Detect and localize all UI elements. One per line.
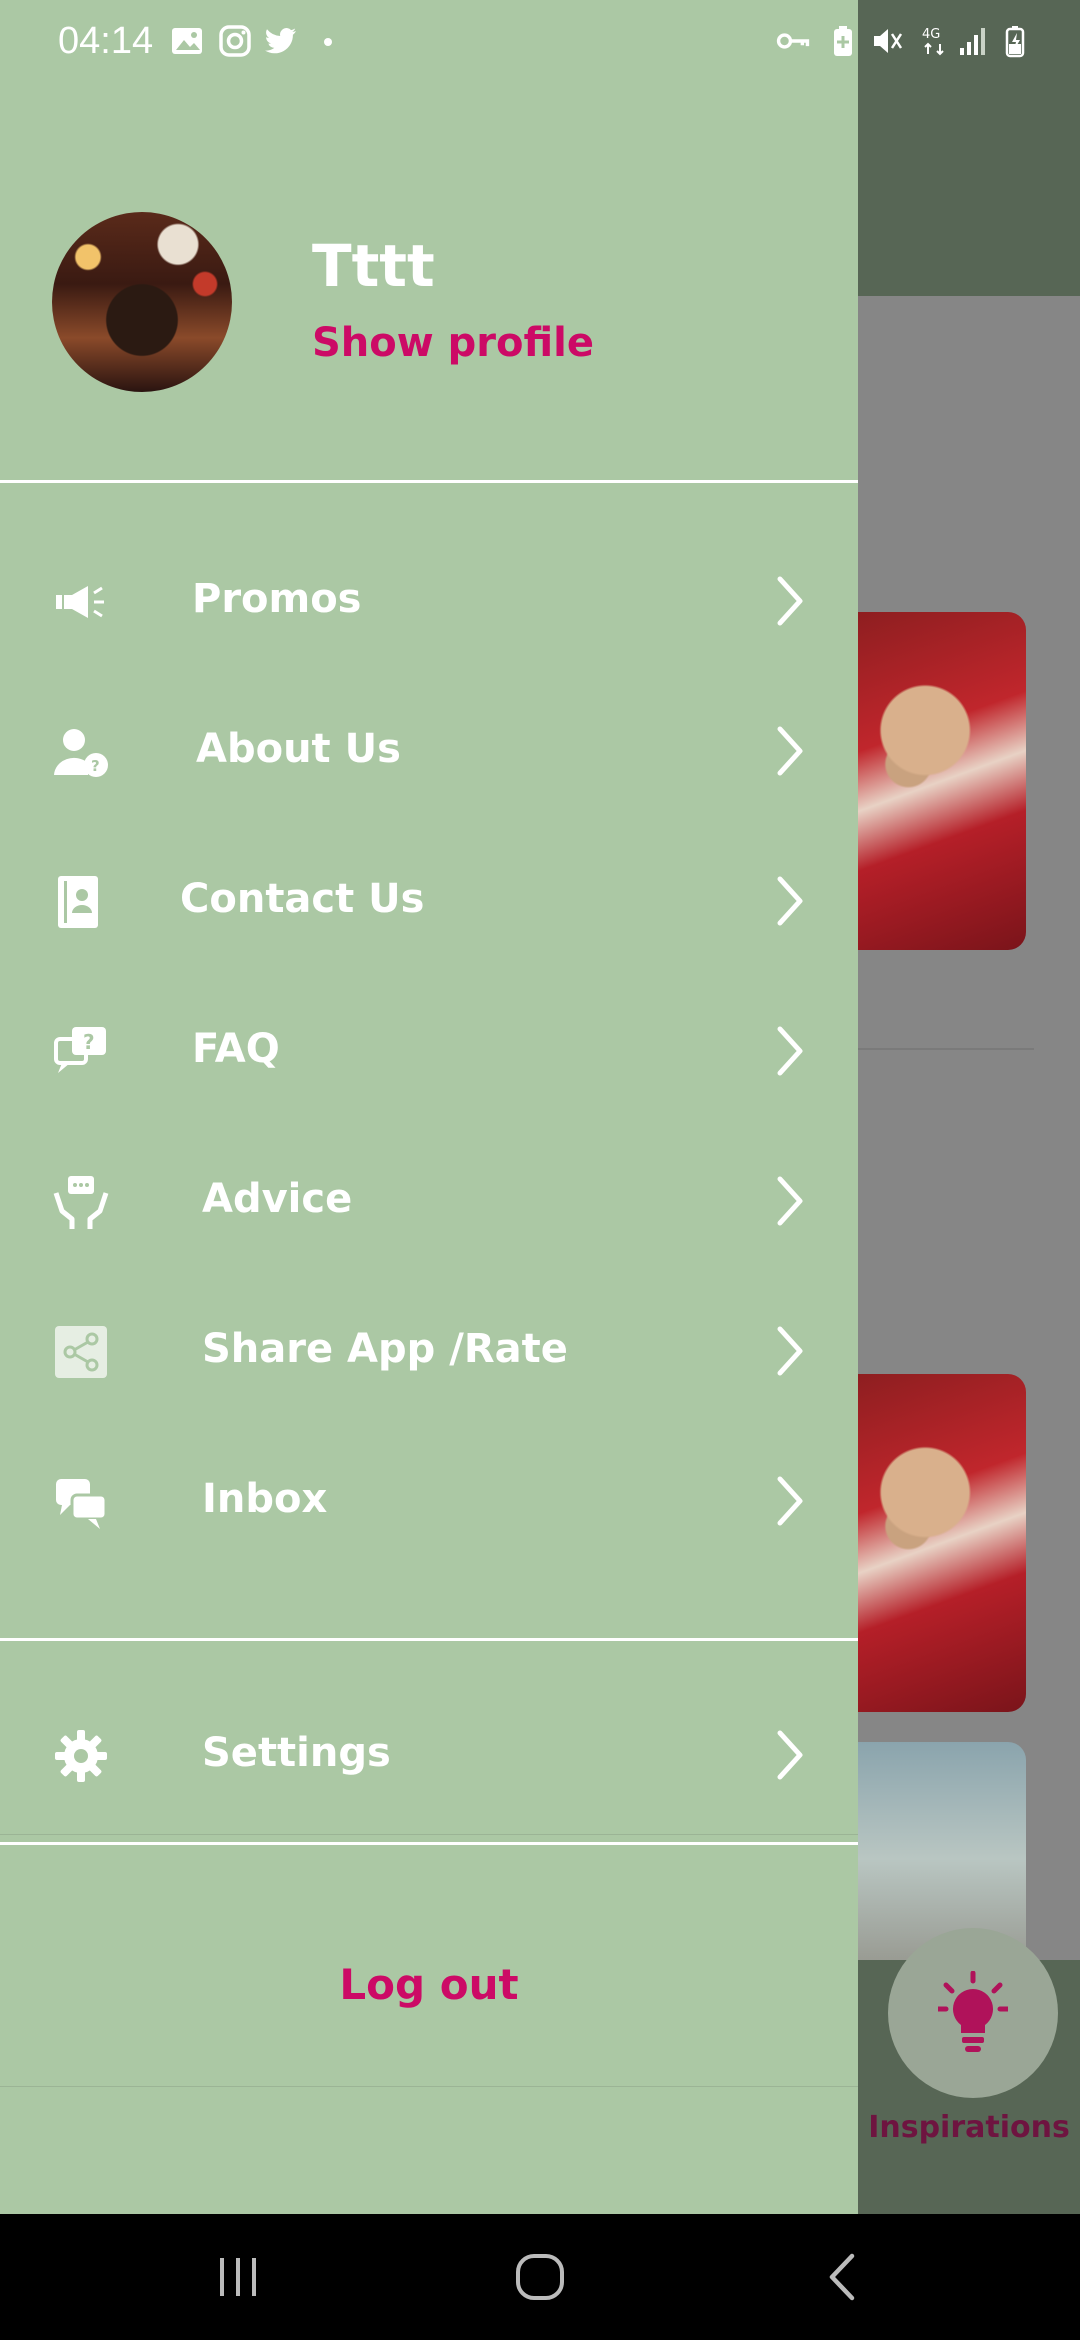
profile-name: Tttt <box>312 232 435 300</box>
status-bar-right: 4G <box>858 0 1080 82</box>
menu-label-contact-us: Contact Us <box>180 876 425 922</box>
menu-label-advice: Advice <box>202 1176 353 1222</box>
network-4g-icon: 4G <box>922 27 944 56</box>
drawer-divider <box>0 1638 858 1641</box>
background-header <box>858 82 1080 296</box>
megaphone-icon <box>56 586 104 618</box>
user-question-icon: ? <box>54 729 108 777</box>
menu-item-share-app[interactable]: Share App /Rate <box>0 1276 858 1426</box>
show-profile-link[interactable]: Show profile <box>312 320 594 366</box>
status-bar: 04:14 <box>0 0 858 82</box>
chevron-right-icon <box>777 1176 803 1226</box>
logout-button[interactable]: Log out <box>0 1960 858 2009</box>
menu-item-faq[interactable]: ? FAQ <box>0 976 858 1126</box>
menu-label-settings: Settings <box>202 1730 391 1776</box>
drawer-divider <box>0 480 858 483</box>
menu-item-about-us[interactable]: ? About Us <box>0 676 858 826</box>
inspirations-label: Inspirations <box>868 2110 1070 2145</box>
chevron-right-icon <box>777 576 803 626</box>
signal-icon <box>960 28 985 55</box>
contact-book-icon <box>58 876 98 928</box>
svg-text:?: ? <box>91 757 100 775</box>
status-time: 04:14 <box>58 20 154 62</box>
drawer-divider <box>0 1842 858 1845</box>
navigation-drawer: Tttt Show profile Promos ? About Us Cont… <box>0 82 858 2214</box>
chat-bubbles-icon <box>56 1479 108 1529</box>
avatar[interactable] <box>52 212 232 392</box>
menu-item-contact-us[interactable]: Contact Us <box>0 826 858 976</box>
vpn-key-icon <box>776 33 810 49</box>
menu-label-faq: FAQ <box>192 1026 280 1072</box>
twitter-icon <box>265 28 296 54</box>
dot-icon <box>324 38 332 46</box>
menu-item-inbox[interactable]: Inbox <box>0 1426 858 1576</box>
home-icon[interactable] <box>514 2252 568 2302</box>
gear-icon <box>55 1730 107 1782</box>
chevron-right-icon <box>777 1730 803 1780</box>
chevron-right-icon <box>777 1026 803 1076</box>
menu-label-about-us: About Us <box>196 726 401 772</box>
instagram-icon <box>219 25 251 57</box>
image-icon <box>172 28 202 54</box>
menu-item-promos[interactable]: Promos <box>0 526 858 676</box>
chevron-right-icon <box>777 876 803 926</box>
back-icon[interactable] <box>822 2252 862 2302</box>
system-navigation-bar <box>0 2214 1080 2340</box>
recent-apps-icon[interactable] <box>214 2252 264 2302</box>
inspiration-card-image[interactable] <box>858 612 1026 950</box>
drawer-divider-thin <box>0 2086 858 2087</box>
share-icon <box>55 1326 107 1378</box>
menu-item-settings[interactable]: Settings <box>0 1680 858 1830</box>
faq-chat-icon: ? <box>54 1027 106 1073</box>
menu-item-advice[interactable]: Advice <box>0 1126 858 1276</box>
inspirations-button[interactable] <box>888 1928 1058 2098</box>
chevron-right-icon <box>777 726 803 776</box>
mute-icon <box>874 29 903 53</box>
hands-chat-icon <box>53 1176 109 1229</box>
lightbulb-icon <box>938 1971 1008 2052</box>
menu-label-promos: Promos <box>192 576 362 622</box>
menu-label-share-app: Share App /Rate <box>202 1326 568 1372</box>
chevron-right-icon <box>777 1326 803 1376</box>
inspiration-card-image[interactable] <box>858 1374 1026 1712</box>
battery-charging-icon <box>1005 26 1025 58</box>
battery-saver-icon <box>834 26 852 56</box>
chevron-right-icon <box>777 1476 803 1526</box>
background-divider <box>858 1048 1034 1050</box>
svg-text:4G: 4G <box>922 27 940 42</box>
menu-label-inbox: Inbox <box>202 1476 328 1522</box>
drawer-divider-thin <box>0 1834 858 1835</box>
svg-text:?: ? <box>83 1030 95 1054</box>
